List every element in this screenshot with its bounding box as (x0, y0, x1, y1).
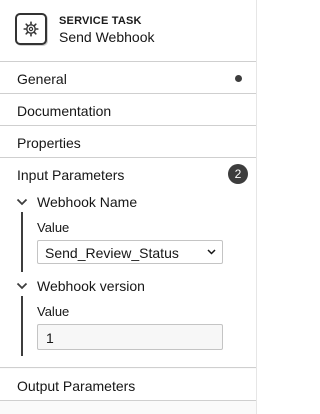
input-param-title[interactable]: Webhook Name (37, 194, 137, 210)
chevron-down-icon[interactable] (16, 282, 28, 290)
group-input-parameters-label: Input Parameters (17, 167, 125, 183)
webhook-name-select[interactable]: Send_Review_Status (37, 240, 223, 264)
chevron-down-icon[interactable] (16, 198, 28, 206)
panel-header: SERVICE TASK Send Webhook (0, 0, 256, 62)
group-properties[interactable]: Properties (0, 126, 256, 158)
scrollbar-track[interactable] (256, 0, 260, 414)
data-marker-dot (235, 75, 242, 82)
group-general[interactable]: General (0, 62, 256, 94)
input-value: 1 (46, 330, 54, 346)
group-documentation[interactable]: Documentation (0, 94, 256, 126)
input-param-title[interactable]: Webhook version (37, 278, 145, 294)
element-name: Send Webhook (59, 29, 155, 45)
gear-icon (15, 13, 47, 45)
properties-panel: SERVICE TASK Send Webhook General Docume… (0, 0, 256, 414)
webhook-version-input[interactable]: 1 (37, 324, 223, 350)
group-documentation-label: Documentation (17, 103, 112, 119)
count-badge: 2 (228, 164, 248, 184)
collapse-guide-line (21, 212, 23, 272)
input-parameters-list: Webhook Name Value Send_Review_Status We… (0, 190, 256, 368)
group-input-parameters[interactable]: Input Parameters 2 (0, 158, 256, 190)
group-output-parameters[interactable]: Output Parameters (0, 369, 256, 401)
collapse-guide-line (21, 296, 23, 356)
group-output-parameters-label: Output Parameters (17, 378, 136, 394)
select-value: Send_Review_Status (45, 245, 179, 261)
field-label: Value (37, 220, 70, 235)
group-properties-label: Properties (17, 135, 81, 151)
chevron-down-icon (207, 249, 216, 255)
field-label: Value (37, 304, 70, 319)
element-type-label: SERVICE TASK (59, 15, 142, 27)
group-general-label: General (17, 71, 67, 87)
